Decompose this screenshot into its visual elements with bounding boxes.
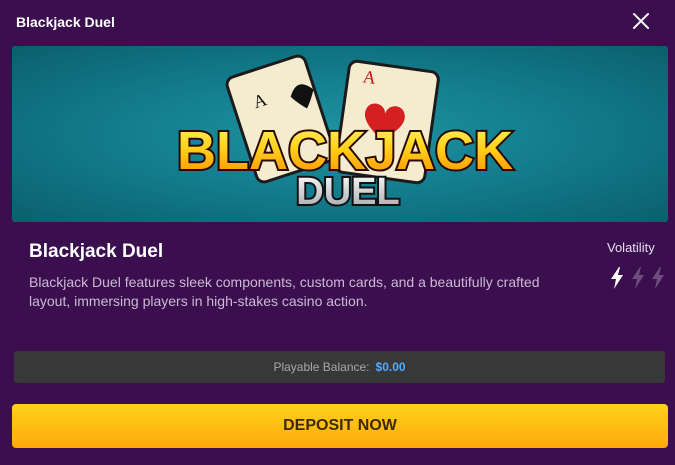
lightning-bolt-icon bbox=[611, 267, 623, 289]
game-info-modal: Blackjack Duel A A BLACKJACK DUEL Blackj… bbox=[0, 0, 675, 465]
playable-balance-bar: Playable Balance: $0.00 bbox=[14, 351, 665, 383]
modal-title: Blackjack Duel bbox=[16, 14, 115, 30]
close-button[interactable] bbox=[629, 9, 653, 33]
card-rank-right: A bbox=[362, 66, 378, 88]
lightning-bolt-icon bbox=[652, 267, 664, 289]
game-banner: A A BLACKJACK DUEL bbox=[12, 46, 668, 222]
lightning-bolt-icon bbox=[632, 267, 644, 289]
game-name: Blackjack Duel bbox=[29, 241, 164, 262]
logo-line2: DUEL bbox=[296, 171, 399, 213]
game-description: Blackjack Duel features sleek components… bbox=[29, 274, 540, 309]
deposit-now-button[interactable]: DEPOSIT NOW bbox=[12, 404, 668, 448]
volatility-label: Volatility bbox=[607, 240, 655, 255]
balance-label: Playable Balance: bbox=[273, 360, 370, 374]
balance-value: $0.00 bbox=[375, 360, 406, 374]
game-logo: A A BLACKJACK DUEL bbox=[175, 54, 515, 215]
close-icon bbox=[633, 13, 649, 29]
